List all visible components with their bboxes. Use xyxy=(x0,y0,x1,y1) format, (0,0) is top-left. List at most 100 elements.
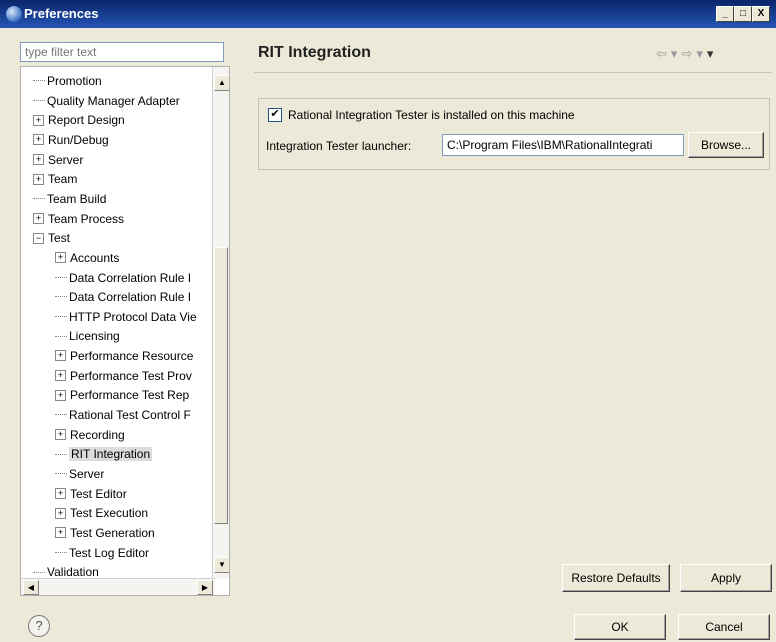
view-menu-icon[interactable]: ▾ xyxy=(707,46,718,61)
tree-connector xyxy=(55,296,67,298)
rit-installed-checkbox[interactable]: ✔ xyxy=(268,108,282,122)
tree-connector xyxy=(55,473,67,475)
tree-item[interactable]: + Run/Debug xyxy=(33,130,109,148)
tree-item[interactable]: Server xyxy=(55,464,104,482)
tree-item[interactable]: + Recording xyxy=(55,425,125,443)
expand-icon[interactable]: + xyxy=(55,429,66,441)
tree-item[interactable]: + Test Execution xyxy=(55,503,148,521)
tree-item[interactable]: + Team Process xyxy=(33,209,124,227)
scroll-right-arrow-icon[interactable]: ▶ xyxy=(197,580,213,595)
rit-installed-label: Rational Integration Tester is installed… xyxy=(288,108,575,122)
tree-item[interactable]: Licensing xyxy=(55,326,120,344)
expand-icon[interactable]: + xyxy=(55,507,66,519)
tree-connector xyxy=(55,276,67,278)
launcher-path-field[interactable]: C:\Program Files\IBM\RationalIntegrati xyxy=(442,134,684,156)
back-arrow-icon[interactable]: ⇦ xyxy=(656,46,671,61)
page-title: RIT Integration xyxy=(258,44,371,61)
tree-item-label: Test xyxy=(48,231,71,246)
tree-item[interactable]: Quality Manager Adapter xyxy=(33,91,180,109)
restore-defaults-button[interactable]: Restore Defaults xyxy=(562,564,670,592)
tree-item-label: Data Correlation Rule I xyxy=(69,270,192,285)
expand-icon[interactable]: + xyxy=(55,389,66,401)
tree-item[interactable]: Rational Test Control F xyxy=(55,405,191,423)
expand-icon[interactable]: + xyxy=(33,173,44,185)
tree-item-label: RIT Integration xyxy=(69,447,153,462)
page-nav-icons: ⇦▾⇨▾▾ xyxy=(656,46,717,62)
tree-item-label: Performance Resource xyxy=(70,348,194,363)
tree-connector xyxy=(33,80,45,82)
expand-icon[interactable]: + xyxy=(55,487,66,499)
cancel-button[interactable]: Cancel xyxy=(678,614,770,640)
expand-icon[interactable]: + xyxy=(33,153,44,165)
ok-button[interactable]: OK xyxy=(574,614,666,640)
tree-item-label: Licensing xyxy=(69,329,120,344)
tree-item[interactable]: Data Correlation Rule I xyxy=(55,287,191,305)
close-button[interactable]: X xyxy=(752,6,770,22)
scroll-left-arrow-icon[interactable]: ◀ xyxy=(23,580,39,595)
preferences-tree: Promotion Quality Manager Adapter + Report … xyxy=(20,66,230,596)
tree-item-label: Test Editor xyxy=(70,486,127,501)
tree-item[interactable]: + Performance Test Prov xyxy=(55,366,192,384)
scroll-up-arrow-icon[interactable]: ▲ xyxy=(214,75,229,91)
tree-item[interactable]: + Test Editor xyxy=(55,484,127,502)
expand-icon[interactable]: + xyxy=(55,527,66,539)
expand-icon[interactable]: + xyxy=(55,252,66,264)
tree-item-label: Validation xyxy=(47,565,99,580)
tree-item[interactable]: + Team xyxy=(33,169,77,187)
tree-item-label: Quality Manager Adapter xyxy=(47,93,180,108)
tree-item-label: Server xyxy=(48,152,84,167)
tree-item-label: Recording xyxy=(70,427,125,442)
expand-icon[interactable]: + xyxy=(55,350,66,362)
tree-item-label: HTTP Protocol Data Vie xyxy=(69,309,197,324)
launcher-label: Integration Tester launcher: xyxy=(266,139,412,153)
tree-connector xyxy=(33,99,45,101)
forward-arrow-icon[interactable]: ⇨ xyxy=(681,46,696,61)
help-icon[interactable]: ? xyxy=(28,615,50,637)
tree-item-label: Promotion xyxy=(47,73,102,88)
expand-icon[interactable]: + xyxy=(33,114,44,126)
tree-item[interactable]: Data Correlation Rule I xyxy=(55,268,191,286)
tree-item[interactable]: − Test xyxy=(33,228,70,246)
tree-item-label: Test Generation xyxy=(70,525,155,540)
tree-connector xyxy=(55,316,67,318)
tree-item[interactable]: + Accounts xyxy=(55,248,119,266)
tree-item[interactable]: + Test Generation xyxy=(55,523,155,541)
tree-item-label: Performance Test Prov xyxy=(70,368,192,383)
tree-item[interactable]: + Performance Test Rep xyxy=(55,385,189,403)
tree-item-label: Report Design xyxy=(48,113,125,128)
rit-installed-row: ✔ Rational Integration Tester is install… xyxy=(268,108,575,122)
tree-item[interactable]: HTTP Protocol Data Vie xyxy=(55,307,197,325)
tree-item-label: Rational Test Control F xyxy=(69,407,191,422)
expand-icon[interactable]: + xyxy=(33,212,44,224)
tree-connector xyxy=(55,414,67,416)
tree-horizontal-scrollbar[interactable]: ◀ ▶ xyxy=(21,578,215,595)
expand-icon[interactable]: + xyxy=(55,370,66,382)
tree-item-label: Test Log Editor xyxy=(69,545,150,560)
apply-button[interactable]: Apply xyxy=(680,564,772,592)
tree-item[interactable]: Team Build xyxy=(33,189,106,207)
tree-item[interactable]: + Report Design xyxy=(33,110,125,128)
tree-connector xyxy=(55,453,67,455)
filter-input[interactable] xyxy=(20,42,224,62)
tree-item[interactable]: Test Log Editor xyxy=(55,543,149,561)
title-bar: Preferences _ □ X xyxy=(0,0,776,28)
tree-item[interactable]: RIT Integration xyxy=(55,444,153,462)
window-title: Preferences xyxy=(24,6,99,21)
tree-item-label: Accounts xyxy=(70,250,120,265)
maximize-button[interactable]: □ xyxy=(734,6,752,22)
collapse-icon[interactable]: − xyxy=(33,232,44,244)
scroll-down-arrow-icon[interactable]: ▼ xyxy=(214,557,229,573)
dropdown-icon[interactable]: ▾ xyxy=(671,46,682,61)
tree-vertical-scrollbar[interactable]: ▲ ▼ xyxy=(212,67,229,579)
expand-icon[interactable]: + xyxy=(33,134,44,146)
tree-item[interactable]: Promotion xyxy=(33,71,102,89)
scroll-thumb[interactable] xyxy=(214,247,228,524)
tree-item[interactable]: + Server xyxy=(33,150,83,168)
dropdown-icon[interactable]: ▾ xyxy=(696,46,707,61)
tree-item-label: Server xyxy=(69,466,105,481)
minimize-button[interactable]: _ xyxy=(716,6,734,22)
browse-button[interactable]: Browse... xyxy=(688,132,764,158)
tree-item[interactable]: + Performance Resource xyxy=(55,346,193,364)
tree-item-label: Test Execution xyxy=(70,506,149,521)
tree-connector xyxy=(33,571,45,573)
